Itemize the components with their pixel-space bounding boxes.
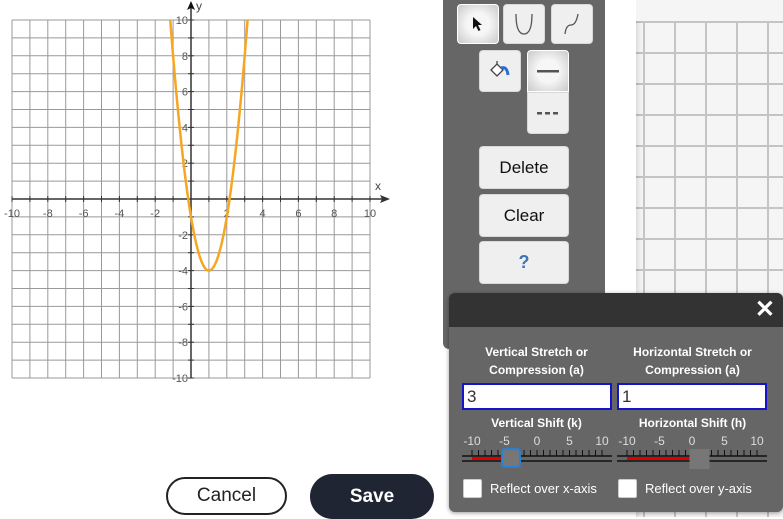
slider-track[interactable] (617, 448, 767, 474)
background-grid-top (636, 0, 783, 21)
y-axis-label: y (196, 0, 202, 13)
select-tool-button[interactable] (457, 4, 499, 44)
slider-tick-label: 0 (688, 434, 696, 448)
help-button[interactable]: ? (479, 241, 569, 284)
horizontal-stretch-label-line1: Horizontal Stretch or (633, 345, 752, 359)
slider-tick-labels: -10 -5 0 5 10 (462, 434, 612, 448)
fill-tool-button[interactable] (479, 50, 521, 92)
reflect-y-checkbox[interactable] (618, 479, 637, 498)
slider-tick-label: 0 (533, 434, 541, 448)
reflect-y-label: Reflect over y-axis (645, 481, 752, 496)
slider-tick-label: -5 (499, 434, 510, 448)
close-icon[interactable]: ✕ (755, 297, 775, 323)
parabola-tool-button[interactable] (503, 4, 545, 44)
vertical-stretch-label: Vertical Stretch or Compression (a) (459, 343, 614, 379)
coordinate-graph[interactable]: -10 -8 -6 -4 -2 2 4 6 8 10108642-2-4-6-8-10 x y (0, 0, 420, 400)
cancel-button[interactable]: Cancel (166, 477, 287, 515)
vertical-stretch-input[interactable]: 3 (462, 383, 612, 410)
s-curve-icon (564, 13, 579, 35)
slider-fill (627, 457, 699, 460)
reflect-x-checkbox[interactable] (463, 479, 482, 498)
y-tick-label: -6 (178, 301, 188, 313)
dialog-header: ✕ (449, 293, 783, 327)
slider-tick-label: 5 (721, 434, 728, 448)
vertical-shift-label: Vertical Shift (k) (491, 416, 582, 430)
x-tick-label: 8 (331, 208, 337, 220)
curve-tool-button[interactable] (551, 4, 593, 44)
x-tick-label: 4 (260, 208, 266, 220)
y-tick-label: -4 (178, 266, 188, 278)
y-tick-label: -8 (178, 337, 188, 349)
x-tick-label: -6 (79, 208, 89, 220)
slider-tick-label: -10 (463, 434, 481, 448)
horizontal-shift-slider[interactable]: -10 -5 0 5 10 (617, 434, 767, 474)
arrow-cursor-icon (473, 17, 482, 31)
delete-button[interactable]: Delete (479, 146, 569, 189)
x-tick-label: -8 (43, 208, 53, 220)
vertical-stretch-label-line1: Vertical Stretch or (485, 345, 588, 359)
slider-track[interactable] (462, 448, 612, 474)
x-tick-label: -4 (115, 208, 125, 220)
slider-tick-labels: -10 -5 0 5 10 (617, 434, 767, 448)
solid-line-tool-button[interactable] (527, 50, 569, 92)
horizontal-stretch-input[interactable]: 1 (617, 383, 767, 410)
horizontal-stretch-label: Horizontal Stretch or Compression (a) (615, 343, 770, 379)
slider-thumb (501, 448, 521, 468)
dashed-line-icon (537, 112, 558, 115)
x-tick-label: -2 (150, 208, 160, 220)
save-button[interactable]: Save (310, 474, 434, 519)
parabola-icon (515, 13, 533, 35)
x-axis-label: x (375, 179, 381, 193)
y-tick-label: 10 (176, 15, 188, 27)
solid-line-icon (537, 70, 559, 73)
transform-dialog: ✕ Vertical Stretch or Compression (a) Ho… (449, 293, 783, 512)
slider-tick-label: 10 (595, 434, 609, 448)
axes (12, 1, 390, 378)
y-tick-label: 6 (182, 87, 188, 99)
reflect-x-label: Reflect over x-axis (490, 481, 597, 496)
horizontal-shift-label: Horizontal Shift (h) (638, 416, 747, 430)
y-tick-label: 4 (182, 122, 188, 134)
help-icon: ? (518, 252, 530, 272)
slider-tick-label: 5 (566, 434, 573, 448)
y-tick-label: -2 (178, 230, 188, 242)
horizontal-stretch-label-line2: Compression (a) (645, 363, 740, 377)
axis-tick-labels: -10 -8 -6 -4 -2 2 4 6 8 10108642-2-4-6-8-10 (4, 15, 376, 385)
x-tick-label: -10 (4, 208, 20, 220)
dashed-line-tool-button[interactable] (527, 92, 569, 134)
slider-tick-label: -10 (618, 434, 636, 448)
vertical-stretch-label-line2: Compression (a) (489, 363, 584, 377)
slider-tick-label: 10 (750, 434, 764, 448)
x-tick-label: 6 (295, 208, 301, 220)
x-tick-label: 10 (364, 208, 376, 220)
paint-bucket-icon (490, 61, 510, 77)
slider-tick-label: -5 (654, 434, 665, 448)
vertical-shift-slider[interactable]: -10 -5 0 5 10 (462, 434, 612, 474)
slider-thumb (689, 449, 710, 469)
clear-button[interactable]: Clear (479, 194, 569, 237)
y-tick-label: -10 (172, 373, 188, 385)
y-tick-label: 8 (182, 51, 188, 63)
